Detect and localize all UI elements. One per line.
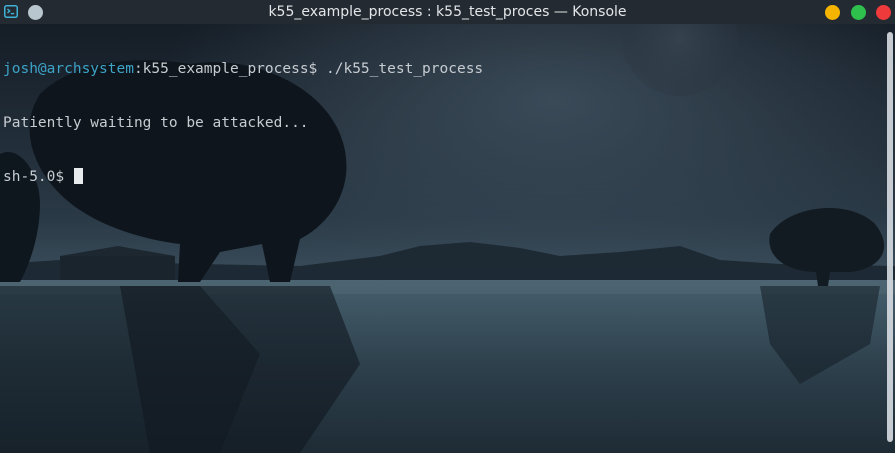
output-line: Patiently waiting to be attacked... [3,115,309,131]
scrollbar[interactable] [887,32,893,442]
minimize-button[interactable] [825,5,840,20]
shell-prompt: sh-5.0$ [3,169,73,185]
window-title: k55_example_process : k55_test_proces — … [268,4,627,20]
prompt-line-2: sh-5.0$ [3,168,483,186]
konsole-app-icon[interactable] [4,5,18,18]
konsole-window: k55_example_process : k55_test_proces — … [0,0,895,453]
pin-icon[interactable] [28,5,43,20]
maximize-button[interactable] [851,5,866,20]
terminal-output: josh@archsystem:k55_example_process$ ./k… [3,24,483,222]
command-text: ./k55_test_process [326,61,484,77]
prompt-line-1: josh@archsystem:k55_example_process$ ./k… [3,60,483,78]
terminal-area[interactable]: josh@archsystem:k55_example_process$ ./k… [0,24,895,453]
text-cursor [73,168,83,184]
title-bar[interactable]: k55_example_process : k55_test_proces — … [0,0,895,24]
prompt-user-host: josh@archsystem [3,61,134,77]
prompt-path: :k55_example_process$ [133,61,327,77]
close-button[interactable] [876,5,891,20]
